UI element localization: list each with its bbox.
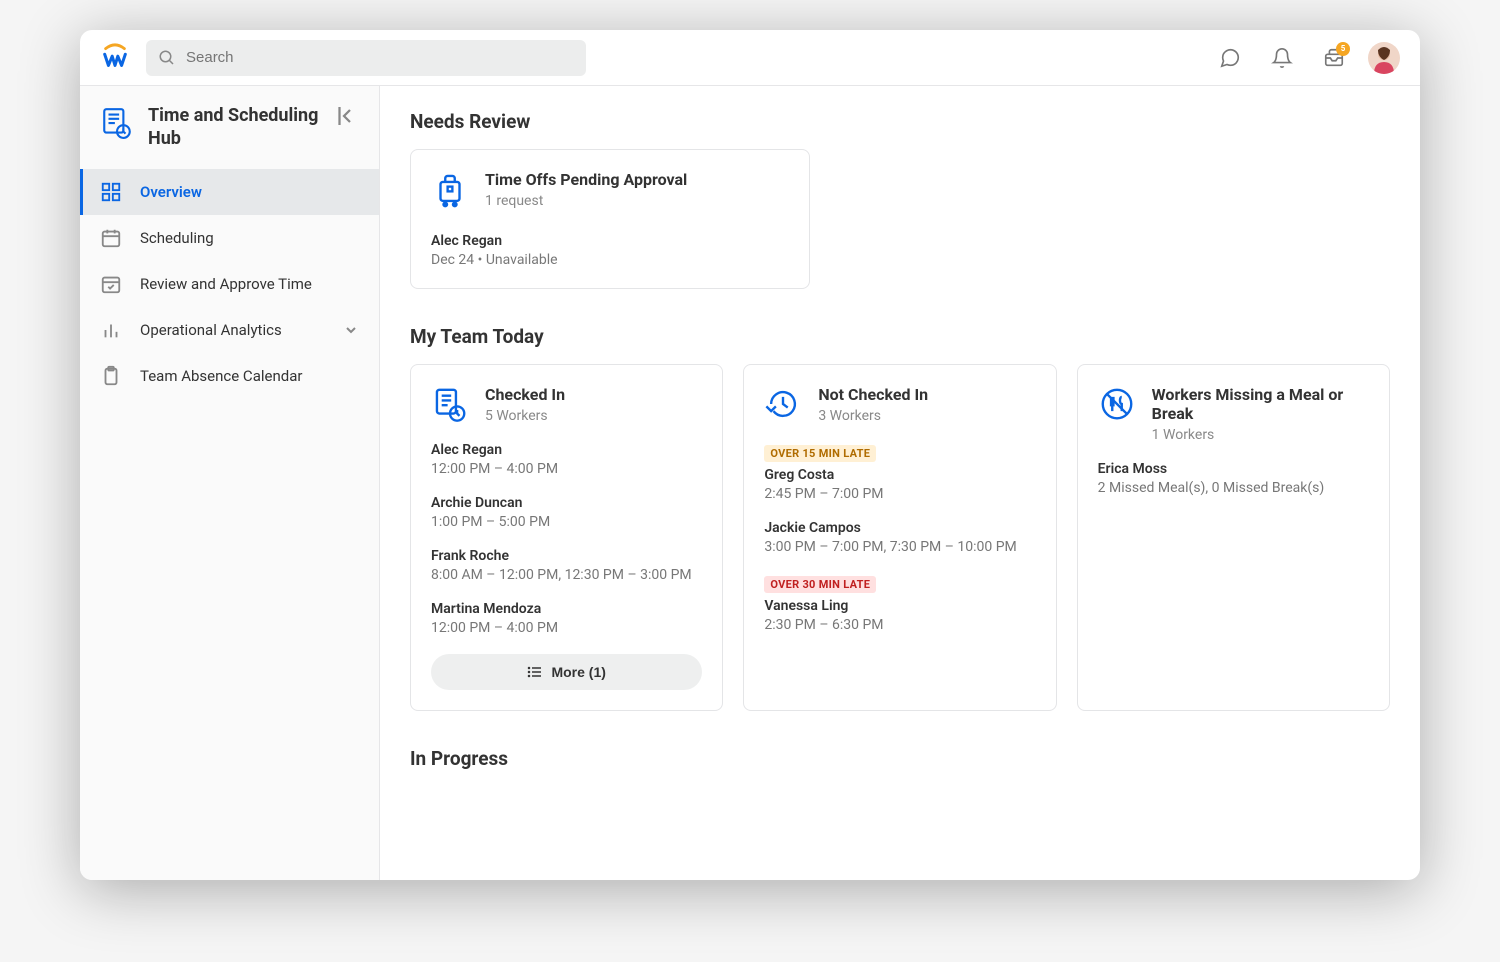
- my-team-title: My Team Today: [410, 325, 1390, 348]
- worker-entry: Erica Moss 2 Missed Meal(s), 0 Missed Bre…: [1098, 461, 1369, 496]
- card-title: Not Checked In: [818, 385, 928, 404]
- card-subtitle: 5 Workers: [485, 408, 565, 424]
- more-button[interactable]: More (1): [431, 654, 702, 690]
- worker-entry: Frank Roche 8:00 AM – 12:00 PM, 12:30 PM …: [431, 548, 702, 583]
- person-name: Alec Regan: [431, 233, 789, 249]
- chat-icon[interactable]: [1212, 40, 1248, 76]
- worker-entry: Alec Regan 12:00 PM – 4:00 PM: [431, 442, 702, 477]
- topbar: 5: [80, 30, 1420, 86]
- worker-name: Jackie Campos: [764, 520, 1035, 536]
- worker-entry: Jackie Campos 3:00 PM – 7:00 PM, 7:30 PM …: [764, 520, 1035, 555]
- worker-entry: OVER 15 MIN LATE Greg Costa 2:45 PM – 7:00…: [764, 442, 1035, 502]
- notifications-icon[interactable]: [1264, 40, 1300, 76]
- no-meal-icon: [1098, 385, 1136, 423]
- list-icon: [527, 664, 543, 680]
- sidebar-header: Time and Scheduling Hub: [80, 86, 379, 169]
- analytics-icon: [100, 319, 122, 341]
- card-subtitle: 3 Workers: [818, 408, 928, 424]
- needs-review-title: Needs Review: [410, 110, 1390, 133]
- collapse-sidebar-icon[interactable]: [335, 104, 359, 128]
- worker-name: Alec Regan: [431, 442, 702, 458]
- worker-entry: Archie Duncan 1:00 PM – 5:00 PM: [431, 495, 702, 530]
- nav-scheduling[interactable]: Scheduling: [80, 215, 379, 261]
- worker-time: 2:30 PM – 6:30 PM: [764, 617, 1035, 633]
- search-field[interactable]: [146, 40, 586, 76]
- card-subtitle: 1 Workers: [1152, 427, 1369, 443]
- in-progress-title: In Progress: [410, 747, 1390, 770]
- inbox-icon[interactable]: 5: [1316, 40, 1352, 76]
- nav-label: Review and Approve Time: [140, 275, 359, 293]
- missing-break-card[interactable]: Workers Missing a Meal or Break 1 Worker…: [1077, 364, 1390, 711]
- checked-in-card[interactable]: Checked In 5 Workers Alec Regan 12:00 PM …: [410, 364, 723, 711]
- app-window: 5 Time and Scheduling Hub Overview: [80, 30, 1420, 880]
- calendar-check-icon: [100, 273, 122, 295]
- worker-time: 1:00 PM – 5:00 PM: [431, 514, 702, 530]
- nav-list: Overview Scheduling Review and Approve T…: [80, 169, 379, 399]
- worker-entry: Martina Mendoza 12:00 PM – 4:00 PM: [431, 601, 702, 636]
- late-badge: OVER 30 MIN LATE: [764, 576, 876, 593]
- card-title: Time Offs Pending Approval: [485, 170, 687, 189]
- search-icon: [158, 49, 176, 67]
- calendar-icon: [100, 227, 122, 249]
- checked-in-icon: [431, 385, 469, 423]
- person-detail: Dec 24 • Unavailable: [431, 252, 789, 268]
- hub-title: Time and Scheduling Hub: [148, 104, 321, 151]
- main-content: Needs Review Time Offs Pending Approval …: [380, 86, 1420, 880]
- hub-icon: [100, 106, 134, 140]
- nav-label: Scheduling: [140, 229, 359, 247]
- worker-name: Frank Roche: [431, 548, 702, 564]
- late-badge: OVER 15 MIN LATE: [764, 445, 876, 462]
- team-grid: Checked In 5 Workers Alec Regan 12:00 PM …: [410, 364, 1390, 711]
- nav-review-approve[interactable]: Review and Approve Time: [80, 261, 379, 307]
- nav-analytics[interactable]: Operational Analytics: [80, 307, 379, 353]
- nav-label: Operational Analytics: [140, 321, 325, 339]
- card-title: Checked In: [485, 385, 565, 404]
- card-subtitle: 1 request: [485, 193, 687, 209]
- search-input[interactable]: [186, 49, 574, 66]
- nav-label: Team Absence Calendar: [140, 367, 359, 385]
- clock-rewind-icon: [764, 385, 802, 423]
- worker-time: 12:00 PM – 4:00 PM: [431, 461, 702, 477]
- worker-time: 2:45 PM – 7:00 PM: [764, 486, 1035, 502]
- more-label: More (1): [551, 664, 605, 680]
- worker-time: 12:00 PM – 4:00 PM: [431, 620, 702, 636]
- worker-time: 2 Missed Meal(s), 0 Missed Break(s): [1098, 480, 1369, 496]
- worker-time: 8:00 AM – 12:00 PM, 12:30 PM – 3:00 PM: [431, 567, 702, 583]
- worker-name: Martina Mendoza: [431, 601, 702, 617]
- nav-absence-calendar[interactable]: Team Absence Calendar: [80, 353, 379, 399]
- worker-name: Archie Duncan: [431, 495, 702, 511]
- worker-entry: OVER 30 MIN LATE Vanessa Ling 2:30 PM – 6:…: [764, 573, 1035, 633]
- inbox-badge: 5: [1336, 42, 1350, 56]
- overview-icon: [100, 181, 122, 203]
- luggage-icon: [431, 170, 469, 208]
- chevron-down-icon: [343, 322, 359, 338]
- nav-overview[interactable]: Overview: [80, 169, 379, 215]
- not-checked-in-card[interactable]: Not Checked In 3 Workers OVER 15 MIN LAT…: [743, 364, 1056, 711]
- worker-name: Vanessa Ling: [764, 598, 1035, 614]
- worker-name: Greg Costa: [764, 467, 1035, 483]
- nav-label: Overview: [140, 183, 359, 201]
- body: Time and Scheduling Hub Overview Schedul…: [80, 86, 1420, 880]
- sidebar: Time and Scheduling Hub Overview Schedul…: [80, 86, 380, 880]
- workday-logo[interactable]: [100, 43, 130, 73]
- time-off-approval-card[interactable]: Time Offs Pending Approval 1 request Ale…: [410, 149, 810, 289]
- clipboard-icon: [100, 365, 122, 387]
- user-avatar[interactable]: [1368, 42, 1400, 74]
- card-title: Workers Missing a Meal or Break: [1152, 385, 1369, 423]
- worker-time: 3:00 PM – 7:00 PM, 7:30 PM – 10:00 PM: [764, 539, 1035, 555]
- worker-name: Erica Moss: [1098, 461, 1369, 477]
